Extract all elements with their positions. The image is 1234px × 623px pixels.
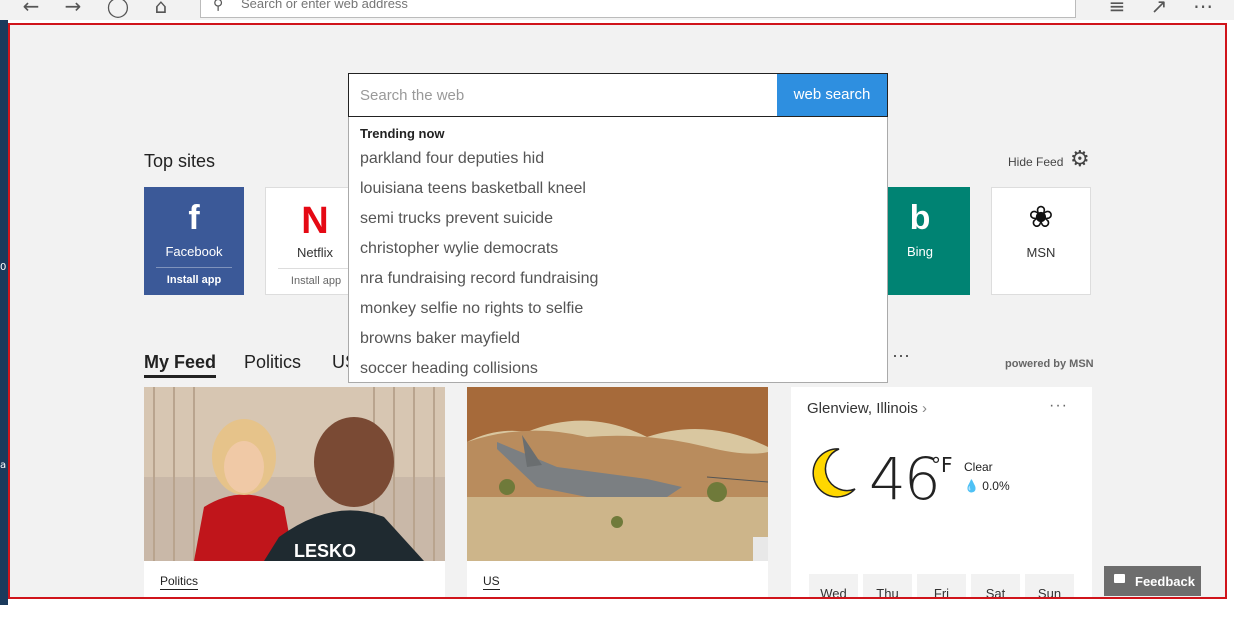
desktop-edge-mark: 0 [0,262,7,273]
forward-arrow-icon[interactable]: → [60,0,86,20]
news-category-link[interactable]: US [483,574,500,590]
trending-item[interactable]: monkey selfie no rights to selfie [360,300,583,318]
share-icon[interactable]: ↗ [1146,0,1172,20]
install-app-link[interactable]: Install app [278,268,354,287]
trending-item[interactable]: louisiana teens basketball kneel [360,180,586,198]
news-image [467,387,768,561]
powered-by-msn: powered by MSN [1005,358,1094,370]
weather-condition: Clear [964,460,993,474]
trending-item[interactable]: nra fundraising record fundraising [360,270,598,288]
top-site-msn[interactable]: ❀ MSN [991,187,1091,295]
search-box: web search [348,73,888,117]
more-icon[interactable]: ⋯ [1190,0,1216,20]
chat-icon [1114,574,1125,583]
facebook-icon: f [188,199,200,237]
trending-item[interactable]: christopher wylie democrats [360,240,558,258]
trending-item[interactable]: semi trucks prevent suicide [360,210,553,228]
web-search-button[interactable]: web search [777,74,887,116]
forecast-day[interactable]: Wed [809,574,858,597]
weather-card[interactable]: Glenview, Illinois › ··· 46 °F Clear 💧 0… [791,387,1092,597]
top-site-name: Facebook [165,244,223,259]
install-app-link[interactable]: Install app [156,267,232,286]
weather-location-text: Glenview, Illinois [807,400,918,417]
top-sites-title: Top sites [144,151,216,171]
gear-icon[interactable]: ⚙ [1070,149,1090,171]
raindrop-icon: 💧 [964,479,979,493]
feed-more-button[interactable]: ··· [892,345,910,366]
trending-dropdown: Trending now parkland four deputies hid … [348,117,888,383]
news-card[interactable]: US [467,387,768,597]
address-bar[interactable]: ⚲ [200,0,1076,18]
forecast-day[interactable]: Sat [971,574,1020,597]
moon-icon [807,445,857,506]
feedback-label: Feedback [1135,574,1195,589]
address-input[interactable] [241,0,1041,11]
desktop-edge: 0 a [0,0,8,605]
weather-menu-button[interactable]: ··· [1049,397,1068,415]
weather-location[interactable]: Glenview, Illinois › [807,400,927,417]
hide-feed-link[interactable]: Hide Feed [1008,155,1063,169]
svg-text:LESKO: LESKO [294,541,356,561]
tab-my-feed[interactable]: My Feed [144,352,217,378]
top-site-facebook[interactable]: f Facebook Install app [144,187,244,295]
forecast-day[interactable]: Thu [863,574,912,597]
chevron-right-icon: › [917,400,928,417]
home-icon[interactable]: ⌂ [148,0,174,20]
new-tab-page: web search Trending now parkland four de… [8,23,1227,599]
weather-precip: 💧 0.0% [964,479,1010,493]
forecast-day[interactable]: Sun [1025,574,1074,597]
refresh-icon[interactable]: ◯ [105,0,131,20]
forecast-day[interactable]: Fri [917,574,966,597]
trending-item[interactable]: soccer heading collisions [360,360,538,378]
search-input[interactable] [360,74,770,116]
top-site-name: MSN [1026,245,1056,260]
feedback-button[interactable]: Feedback [1104,566,1201,596]
trending-item[interactable]: browns baker mayfield [360,330,520,348]
news-image: LESKO [144,387,445,561]
back-arrow-icon[interactable]: ← [18,0,44,20]
desktop-edge-mark: a [0,460,7,471]
trending-item[interactable]: parkland four deputies hid [360,150,544,168]
search-icon: ⚲ [213,0,224,13]
weather-precip-value: 0.0% [982,479,1010,493]
favorites-list-icon[interactable]: ≡ [1104,0,1130,20]
browser-toolbar: ← → ◯ ⌂ ⚲ ≡ ↗ ⋯ [0,0,1234,20]
weather-unit[interactable]: °F [931,453,953,477]
msn-butterfly-icon: ❀ [1028,200,1054,235]
trending-title: Trending now [360,126,445,141]
news-card[interactable]: LESKO Politics [144,387,445,597]
tab-politics[interactable]: Politics [244,352,301,373]
news-category-link[interactable]: Politics [160,574,199,590]
weather-temperature: 46 [869,445,941,513]
